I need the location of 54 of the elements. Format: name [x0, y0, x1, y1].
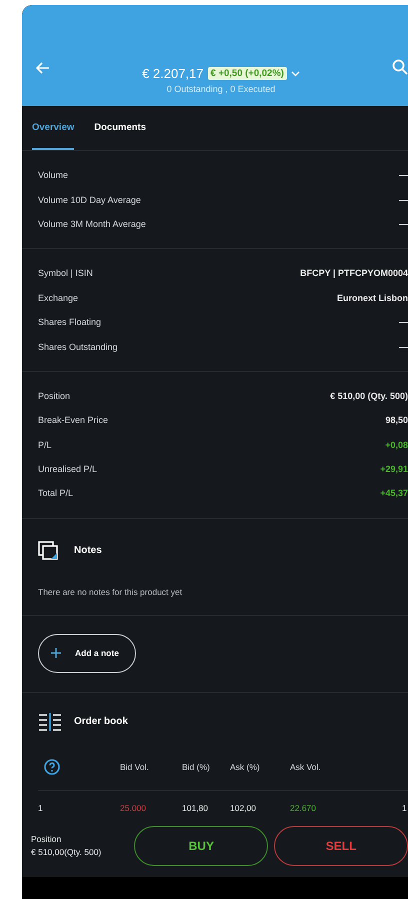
help-icon[interactable] — [44, 759, 60, 776]
field-value: Euronext Lisbon — [336, 292, 408, 303]
field-value: 98,50 — [385, 415, 408, 426]
order-book-title: Order book — [74, 716, 128, 728]
column-header: Bid (%) — [182, 744, 230, 791]
field-label: Shares Outstanding — [38, 342, 118, 352]
orders-summary: 0 Outstanding , 0 Executed — [166, 84, 276, 94]
buy-button[interactable]: BUY — [134, 826, 268, 866]
field-value: +29,91 — [380, 464, 408, 474]
table-cell-text: 25.000 — [120, 802, 147, 815]
field-label: Break-Even Price — [38, 415, 108, 426]
field-value: — — [399, 342, 408, 352]
field-label: Volume — [38, 170, 68, 180]
back-arrow-icon[interactable] — [36, 62, 50, 74]
table-cell-text: 1 — [38, 802, 44, 815]
price-change-badge: € +0,50 (+0,02%) — [208, 67, 287, 80]
column-header: Bid Vol. — [120, 744, 182, 791]
field-label: Shares Floating — [38, 317, 102, 328]
table-cell-text: 22.670 — [290, 802, 317, 815]
tab[interactable]: Documents — [94, 106, 146, 150]
field-label: Volume 3M Month Average — [38, 218, 146, 229]
notes-icon — [38, 540, 60, 561]
field-value: — — [399, 194, 408, 205]
field-value: — — [399, 170, 408, 180]
field-label: P/L — [38, 440, 52, 450]
table-cell-text: 102,00 — [230, 802, 257, 815]
order-book-icon — [38, 712, 62, 731]
add-note-button[interactable]: Add a note — [38, 634, 136, 673]
field-value: BFCPY | PTFCPYOM0004 — [300, 268, 408, 278]
field-value: +0,08 — [385, 440, 408, 450]
field-label: Unrealised P/L — [38, 464, 98, 474]
table-cell-text: 101,80 — [182, 802, 209, 815]
field-label: Volume 10D Day Average — [38, 194, 141, 205]
field-value: +45,37 — [380, 488, 408, 498]
sell-button[interactable]: SELL — [274, 826, 408, 866]
column-header: Ask (%) — [230, 744, 290, 791]
field-label: Symbol | ISIN — [38, 268, 93, 278]
field-value: — — [399, 317, 408, 328]
empty-notes-message: There are no notes for this product yet — [22, 560, 408, 616]
price: € 2.207,17 — [142, 66, 204, 81]
field-label: Position — [38, 390, 70, 401]
column-header: Ask Vol. — [290, 744, 402, 791]
table-cell-text: 1 — [402, 802, 408, 815]
field-value: — — [399, 218, 408, 229]
field-value: € 510,00 (Qty. 500) — [330, 390, 408, 401]
position-value: € 510,00(Qty. 500) — [31, 847, 102, 858]
field-label: Exchange — [38, 292, 78, 303]
notes-title: Notes — [74, 545, 102, 556]
position-label: Position — [31, 834, 62, 844]
chevron-down-icon[interactable] — [290, 70, 300, 76]
tab[interactable]: Overview — [32, 106, 74, 150]
plus-icon — [51, 648, 61, 658]
field-label: Total P/L — [38, 488, 74, 498]
search-icon[interactable] — [392, 59, 408, 75]
